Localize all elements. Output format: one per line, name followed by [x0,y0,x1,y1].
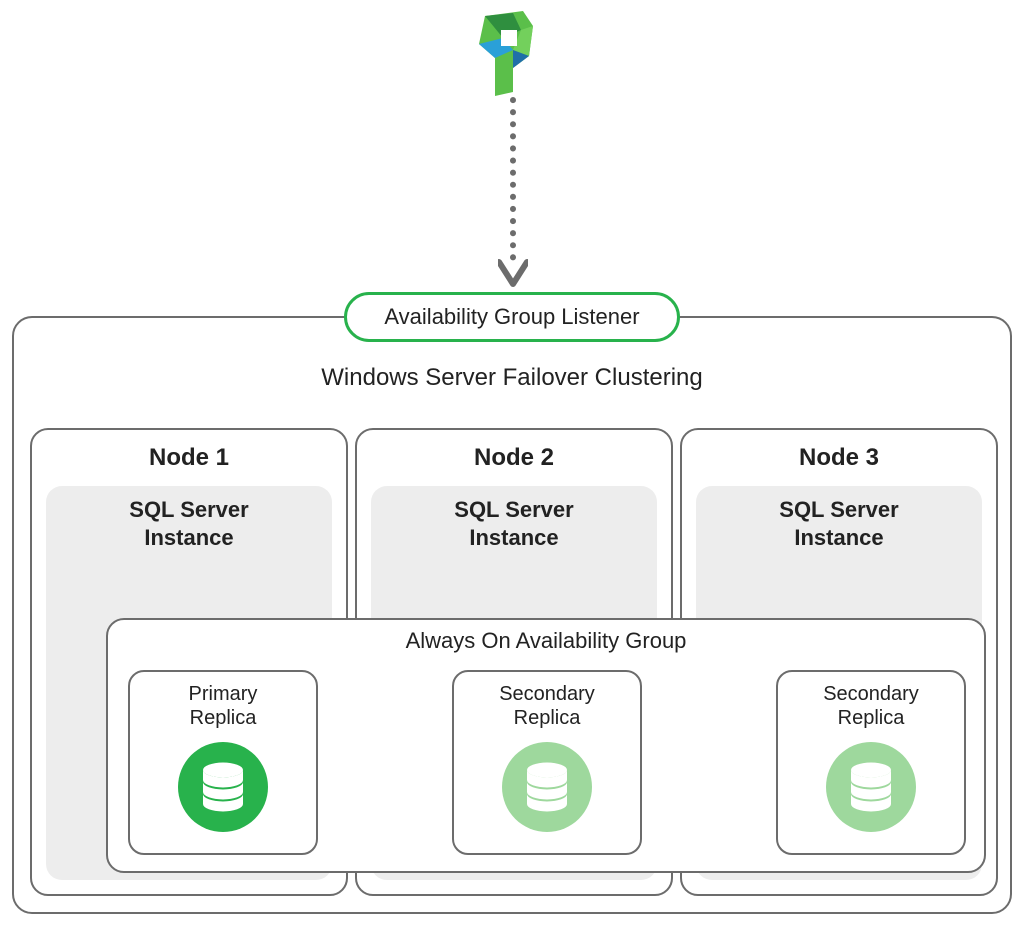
replica-card-primary: Primary Replica [128,670,318,855]
product-logo [465,8,545,98]
replica-label: Secondary Replica [499,682,595,730]
replica-card-secondary: Secondary Replica [452,670,642,855]
replica-card-secondary: Secondary Replica [776,670,966,855]
node-title: Node 2 [357,444,671,472]
diagram-canvas: Availability Group Listener Windows Serv… [0,0,1024,941]
replica-label: Secondary Replica [823,682,919,730]
node-title: Node 3 [682,444,996,472]
instance-title: SQL Server Instance [371,496,657,551]
dotted-arrow-down-icon [498,94,528,294]
failover-cluster-box: Windows Server Failover Clustering Node … [12,316,1012,914]
database-icon [502,742,592,832]
availability-group-listener-pill: Availability Group Listener [344,292,680,342]
database-icon [178,742,268,832]
instance-title: SQL Server Instance [46,496,332,551]
instance-title: SQL Server Instance [696,496,982,551]
node-title: Node 1 [32,444,346,472]
replica-label: Primary Replica [189,682,258,730]
aoag-title: Always On Availability Group [108,628,984,654]
aoag-box: Always On Availability Group Primary Rep… [106,618,986,873]
listener-label: Availability Group Listener [384,304,639,330]
cluster-title: Windows Server Failover Clustering [14,364,1010,392]
database-icon [826,742,916,832]
